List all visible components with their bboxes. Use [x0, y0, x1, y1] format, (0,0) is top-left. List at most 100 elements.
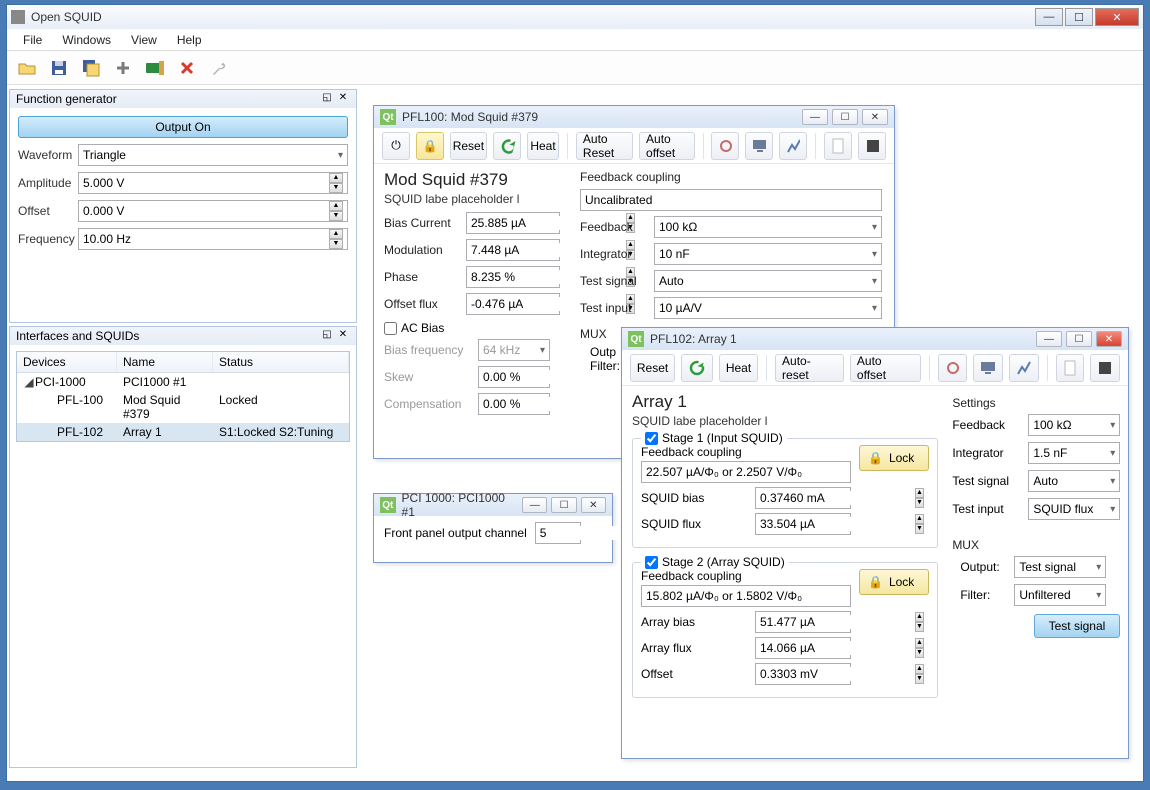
device-table: Devices Name Status ◢PCI-1000 PCI1000 #1… [16, 351, 350, 442]
mux-output-combo[interactable]: Test signal [1014, 556, 1106, 578]
maximize-button[interactable]: ☐ [1065, 8, 1093, 26]
save-icon[interactable] [45, 54, 73, 82]
close-panel-icon[interactable]: ✕ [336, 329, 350, 343]
close-button[interactable]: ✕ [1096, 331, 1122, 347]
table-row[interactable]: PFL-102 Array 1 S1:Locked S2:Tuning [17, 423, 349, 441]
integrator-combo[interactable]: 1.5 nF [1028, 442, 1120, 464]
offset-flux-spinbox[interactable]: ▲▼ [466, 293, 560, 315]
menu-view[interactable]: View [121, 31, 167, 49]
monitor-icon[interactable] [745, 132, 773, 160]
heat-button[interactable]: Heat [719, 354, 758, 382]
hdr-status[interactable]: Status [213, 352, 349, 372]
chart-icon[interactable] [779, 132, 807, 160]
frequency-spinbox[interactable]: ▲▼ [78, 228, 348, 250]
power-icon[interactable]: ⏻ [382, 132, 410, 160]
auto-offset-button[interactable]: Auto offset [639, 132, 695, 160]
bias-freq-combo: 64 kHz [478, 339, 550, 361]
frequency-label: Frequency [18, 232, 78, 246]
feedback-combo[interactable]: 100 kΩ [654, 216, 882, 238]
feedback-combo[interactable]: 100 kΩ [1028, 414, 1120, 436]
mux-filter-combo[interactable]: Unfiltered [1014, 584, 1106, 606]
refresh-icon[interactable] [493, 132, 521, 160]
dock-title: Function generator ◱ ✕ [10, 90, 356, 108]
maximize-button[interactable]: ☐ [551, 497, 576, 513]
fb-coupling-field[interactable]: Uncalibrated [580, 189, 882, 211]
delete-icon[interactable] [173, 54, 201, 82]
save-config-icon[interactable] [858, 132, 886, 160]
refresh-icon[interactable] [681, 354, 713, 382]
hdr-name[interactable]: Name [117, 352, 213, 372]
offset-spinbox[interactable]: ▲▼ [755, 663, 851, 685]
wrench-icon[interactable] [205, 54, 233, 82]
doc-icon[interactable] [824, 132, 852, 160]
squid-name: Mod Squid #379 [384, 170, 564, 190]
lock-stage1-button[interactable]: 🔒Lock [859, 445, 929, 471]
stage2-group: Stage 2 (Array SQUID) Feedback coupling … [632, 562, 938, 698]
open-icon[interactable] [13, 54, 41, 82]
pci1000-window: Qt PCI 1000: PCI1000 #1 — ☐ ✕ Front pane… [373, 493, 613, 563]
monitor-icon[interactable] [973, 354, 1003, 382]
front-channel-spinbox[interactable]: ▲▼ [535, 522, 581, 544]
lock-stage2-button[interactable]: 🔒Lock [859, 569, 929, 595]
board-icon[interactable] [141, 54, 169, 82]
dock-title-label: Interfaces and SQUIDs [16, 329, 139, 343]
test-input-combo[interactable]: SQUID flux [1028, 498, 1120, 520]
auto-offset-button[interactable]: Auto offset [850, 354, 921, 382]
add-icon[interactable] [109, 54, 137, 82]
fb2-field[interactable]: 15.802 µA/Φ₀ or 1.5802 V/Φ₀ [641, 585, 851, 607]
squid-flux-spinbox[interactable]: ▲▼ [755, 513, 851, 535]
modulation-spinbox[interactable]: ▲▼ [466, 239, 560, 261]
menu-file[interactable]: File [13, 31, 52, 49]
ac-bias-checkbox[interactable] [384, 322, 397, 335]
reset-button[interactable]: Reset [630, 354, 675, 382]
heat-button[interactable]: Heat [527, 132, 559, 160]
save-all-icon[interactable] [77, 54, 105, 82]
undock-icon[interactable]: ◱ [320, 329, 334, 343]
minimize-button[interactable]: — [802, 109, 828, 125]
main-window: Open SQUID — ☐ ✕ File Windows View Help … [6, 4, 1144, 782]
reset-button[interactable]: Reset [450, 132, 487, 160]
close-panel-icon[interactable]: ✕ [336, 92, 350, 106]
test-signal-combo[interactable]: Auto [654, 270, 882, 292]
maximize-button[interactable]: ☐ [832, 109, 858, 125]
tool-icon-1[interactable] [938, 354, 968, 382]
amplitude-spinbox[interactable]: ▲▼ [78, 172, 348, 194]
phase-spinbox[interactable]: ▲▼ [466, 266, 560, 288]
minimize-button[interactable]: — [522, 497, 547, 513]
array-flux-spinbox[interactable]: ▲▼ [755, 637, 851, 659]
test-input-combo[interactable]: 10 µA/V [654, 297, 882, 319]
array-subtitle: SQUID labe placeholder l [632, 414, 938, 428]
stage2-checkbox[interactable] [645, 556, 658, 569]
test-signal-combo[interactable]: Auto [1028, 470, 1120, 492]
bias-current-spinbox[interactable]: ▲▼ [466, 212, 560, 234]
array-bias-spinbox[interactable]: ▲▼ [755, 611, 851, 633]
test-signal-button[interactable]: Test signal [1034, 614, 1121, 638]
undock-icon[interactable]: ◱ [320, 92, 334, 106]
output-on-button[interactable]: Output On [18, 116, 348, 138]
maximize-button[interactable]: ☐ [1066, 331, 1092, 347]
waveform-combo[interactable]: Triangle [78, 144, 348, 166]
menu-windows[interactable]: Windows [52, 31, 121, 49]
integrator-combo[interactable]: 10 nF [654, 243, 882, 265]
menu-help[interactable]: Help [167, 31, 212, 49]
table-row[interactable]: PFL-100 Mod Squid #379 Locked [17, 391, 349, 423]
tool-icon-1[interactable] [711, 132, 739, 160]
offset-spinbox[interactable]: ▲▼ [78, 200, 348, 222]
minimize-button[interactable]: — [1035, 8, 1063, 26]
stage1-checkbox[interactable] [645, 432, 658, 445]
doc-icon[interactable] [1056, 354, 1084, 382]
close-button[interactable]: ✕ [581, 497, 606, 513]
auto-reset-button[interactable]: Auto Reset [576, 132, 633, 160]
close-button[interactable]: ✕ [1095, 8, 1139, 26]
hdr-devices[interactable]: Devices [17, 352, 117, 372]
minimize-button[interactable]: — [1036, 331, 1062, 347]
lock-icon[interactable]: 🔒 [416, 132, 444, 160]
fb1-field[interactable]: 22.507 µA/Φ₀ or 2.2507 V/Φ₀ [641, 461, 851, 483]
window-title: PFL102: Array 1 [650, 332, 737, 346]
save-config-icon[interactable] [1090, 354, 1120, 382]
close-button[interactable]: ✕ [862, 109, 888, 125]
auto-reset-button[interactable]: Auto-reset [775, 354, 844, 382]
table-row[interactable]: ◢PCI-1000 PCI1000 #1 [17, 373, 349, 391]
squid-bias-spinbox[interactable]: ▲▼ [755, 487, 851, 509]
chart-icon[interactable] [1009, 354, 1039, 382]
